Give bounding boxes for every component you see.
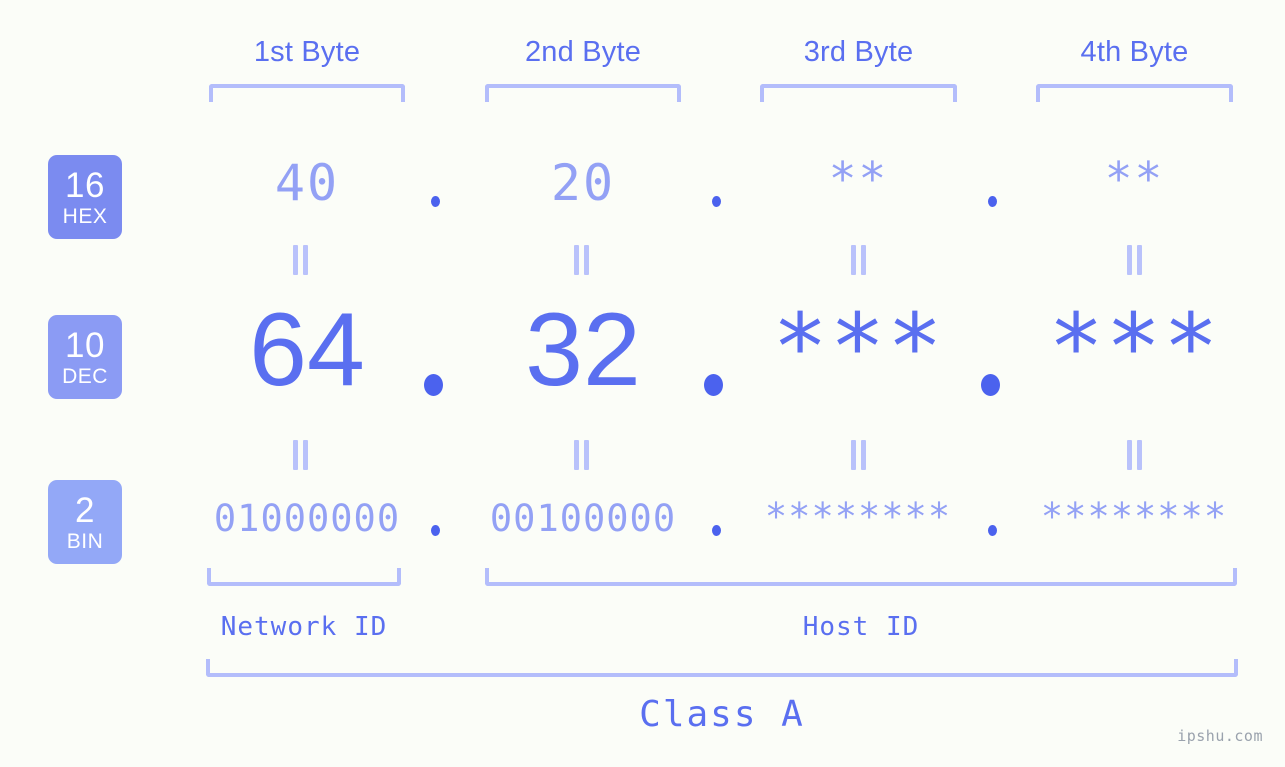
base-badge-dec-name: DEC bbox=[62, 364, 108, 388]
network-id-label: Network ID bbox=[220, 612, 388, 642]
hex-separator-dot-3 bbox=[988, 196, 997, 207]
bin-byte-2-value: 00100000 bbox=[489, 497, 677, 540]
bracket-byte-2 bbox=[485, 84, 681, 102]
hex-byte-1-value: 40 bbox=[274, 154, 340, 212]
equals-mark-hexdec-3 bbox=[850, 245, 868, 275]
base-badge-hex-name: HEX bbox=[62, 204, 108, 228]
base-badge-dec: 10 DEC bbox=[48, 315, 122, 399]
hex-separator-dot-1 bbox=[431, 196, 440, 207]
bin-separator-dot-3 bbox=[988, 525, 997, 536]
ip-byte-diagram: 1st Byte 2nd Byte 3rd Byte 4th Byte 16 H… bbox=[0, 0, 1285, 767]
base-badge-dec-number: 10 bbox=[65, 325, 105, 365]
dec-byte-2-value: 32 bbox=[525, 292, 641, 408]
hex-byte-2-value: 20 bbox=[550, 154, 616, 212]
base-badge-bin-name: BIN bbox=[66, 529, 104, 553]
site-watermark: ipshu.com bbox=[1177, 727, 1263, 745]
bin-separator-dot-2 bbox=[712, 525, 721, 536]
bin-byte-4-value: ******** bbox=[1040, 495, 1228, 538]
equals-mark-decbin-1 bbox=[292, 440, 310, 470]
base-badge-hex: 16 HEX bbox=[48, 155, 122, 239]
equals-mark-hexdec-4 bbox=[1126, 245, 1144, 275]
byte-header-4: 4th Byte bbox=[1080, 36, 1189, 68]
byte-header-1: 1st Byte bbox=[253, 36, 361, 68]
dec-separator-dot-2 bbox=[704, 374, 723, 396]
dec-byte-4-value: *** bbox=[1048, 294, 1221, 401]
byte-header-3: 3rd Byte bbox=[803, 36, 914, 68]
class-label: Class A bbox=[639, 694, 805, 735]
bracket-host-id bbox=[485, 568, 1237, 586]
dec-byte-1-value: 64 bbox=[249, 292, 365, 408]
byte-header-2: 2nd Byte bbox=[524, 36, 642, 68]
dec-separator-dot-3 bbox=[981, 374, 1000, 396]
equals-mark-hexdec-1 bbox=[292, 245, 310, 275]
base-badge-hex-number: 16 bbox=[65, 165, 105, 205]
bracket-network-id bbox=[207, 568, 401, 586]
base-badge-bin: 2 BIN bbox=[48, 480, 122, 564]
host-id-label: Host ID bbox=[802, 612, 920, 642]
dec-separator-dot-1 bbox=[424, 374, 443, 396]
base-badge-bin-number: 2 bbox=[75, 490, 95, 530]
bin-byte-3-value: ******** bbox=[764, 495, 952, 538]
hex-byte-4-value: ** bbox=[1104, 152, 1165, 206]
bracket-byte-1 bbox=[209, 84, 405, 102]
hex-separator-dot-2 bbox=[712, 196, 721, 207]
hex-byte-3-value: ** bbox=[828, 152, 889, 206]
bracket-byte-4 bbox=[1036, 84, 1233, 102]
bracket-byte-3 bbox=[760, 84, 957, 102]
bin-byte-1-value: 01000000 bbox=[213, 497, 401, 540]
dec-byte-3-value: *** bbox=[772, 294, 945, 401]
equals-mark-decbin-4 bbox=[1126, 440, 1144, 470]
bin-separator-dot-1 bbox=[431, 525, 440, 536]
equals-mark-decbin-2 bbox=[573, 440, 591, 470]
bracket-class bbox=[206, 659, 1238, 677]
equals-mark-decbin-3 bbox=[850, 440, 868, 470]
equals-mark-hexdec-2 bbox=[573, 245, 591, 275]
